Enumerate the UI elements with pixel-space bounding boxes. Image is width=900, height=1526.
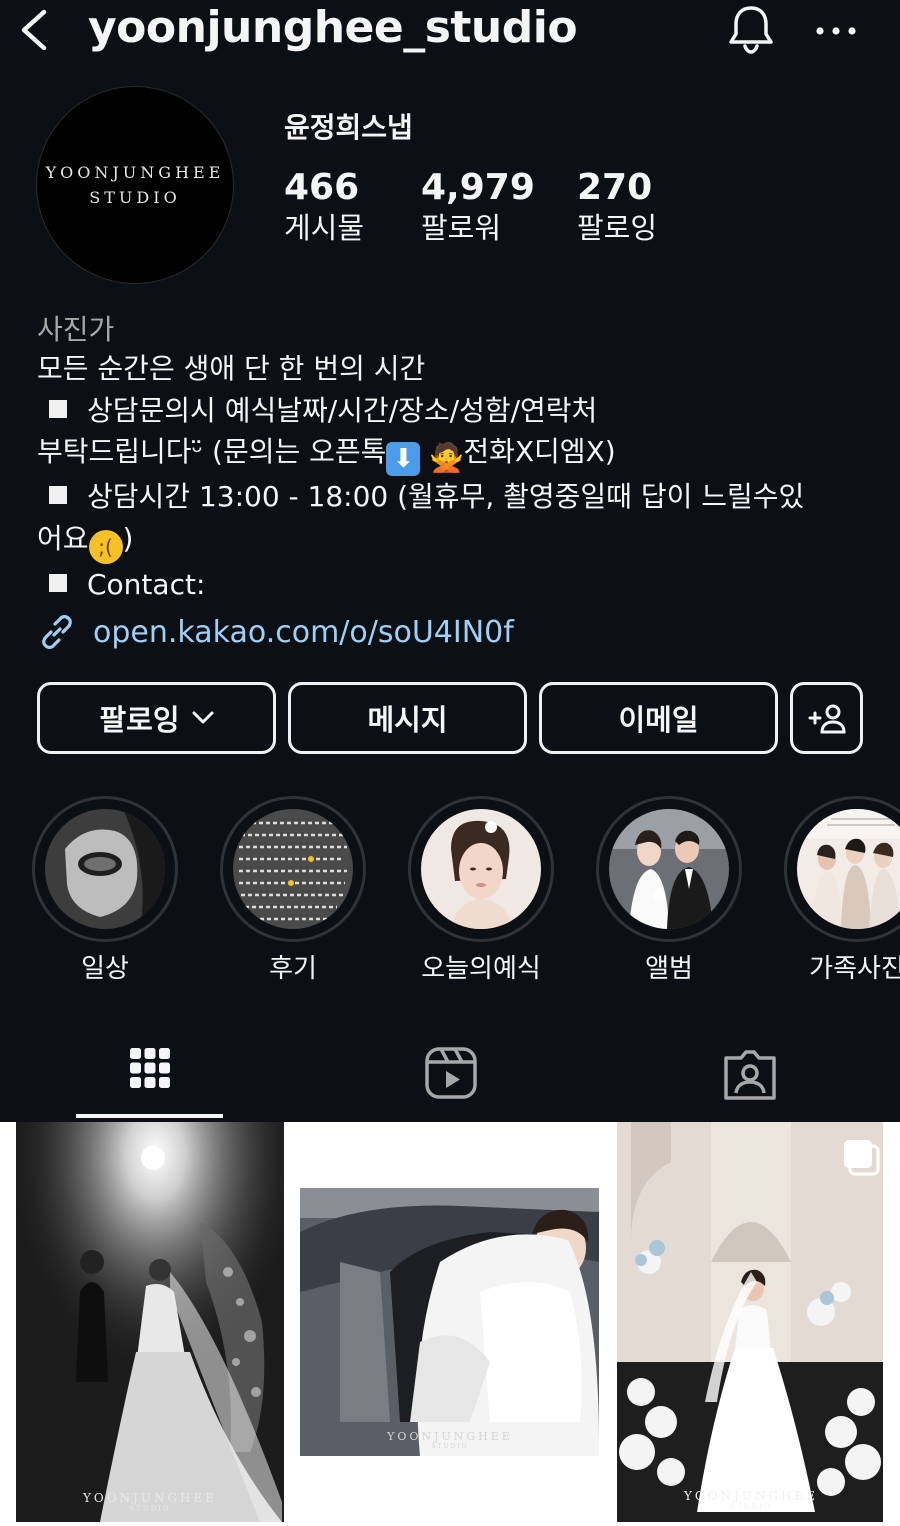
post-watermark-1: YOONJUNGHEE bbox=[386, 1430, 513, 1443]
stat-followers-count: 4,979 bbox=[421, 167, 535, 208]
reels-icon[interactable] bbox=[424, 1046, 478, 1100]
stat-followers[interactable]: 4,979 팔로워 bbox=[421, 168, 535, 248]
bio-line-4-text: 상담시간 13:00 - 18:00 (월휴무, 촬영중일때 답이 느릴수있 bbox=[87, 480, 805, 513]
bio-line-2-text: 상담문의시 예식날짜/시간/장소/성함/연락처 bbox=[87, 393, 598, 427]
square-bullet-icon bbox=[49, 486, 67, 504]
highlight-daily[interactable]: 일상 bbox=[32, 796, 178, 984]
down-arrow-emoji-icon: ⬇ bbox=[386, 442, 421, 476]
following-button-label: 팔로잉 bbox=[99, 703, 180, 737]
link-icon bbox=[42, 615, 72, 649]
stat-posts-count: 466 bbox=[284, 167, 360, 208]
profile-avatar[interactable]: YOONJUNGHEE STUDIO bbox=[36, 86, 234, 284]
bio-category: 사진가 bbox=[37, 313, 115, 346]
stat-following[interactable]: 270 팔로잉 bbox=[577, 168, 657, 248]
stat-posts-label: 게시물 bbox=[284, 211, 365, 245]
post-thumbnail[interactable]: YOONJUNGHEE STUDIO bbox=[0, 1122, 297, 1526]
highlight-label: 앨범 bbox=[645, 954, 693, 984]
highlight-cover-image bbox=[609, 809, 729, 929]
highlight-ring bbox=[784, 796, 900, 942]
email-button[interactable]: 이메일 bbox=[539, 682, 778, 754]
post-watermark-2: STUDIO bbox=[431, 1443, 468, 1450]
avatar-logo-line-2: STUDIO bbox=[89, 188, 181, 207]
bio-line-5-end: ) bbox=[122, 521, 134, 555]
crying-face-emoji-icon: ;( bbox=[88, 529, 123, 564]
top-bar: yoonjunghee_studio bbox=[0, 0, 900, 62]
profile-tabs bbox=[0, 1030, 900, 1120]
following-button[interactable]: 팔로잉 bbox=[37, 682, 276, 754]
post-watermark-2: STUDIO bbox=[730, 1503, 771, 1511]
highlight-reviews[interactable]: 후기 bbox=[220, 796, 366, 984]
highlight-label: 후기 bbox=[269, 954, 317, 984]
post-watermark-1: YOONJUNGHEE bbox=[82, 1491, 217, 1505]
bio-line-1: 모든 순간은 생애 단 한 번의 시간 bbox=[37, 352, 426, 385]
bio-line-6: Contact: bbox=[37, 564, 887, 606]
highlight-album[interactable]: 앨범 bbox=[596, 796, 742, 984]
highlight-ring bbox=[596, 796, 742, 942]
highlight-cover-image bbox=[797, 809, 900, 929]
highlight-label: 일상 bbox=[81, 954, 129, 984]
highlight-ring bbox=[408, 796, 554, 942]
post-watermark-2: STUDIO bbox=[129, 1505, 170, 1513]
suggest-people-button[interactable] bbox=[790, 682, 863, 754]
bio-line-3-text: 부탁드립니다ᵕ̈ (문의는 오픈톡 bbox=[37, 435, 387, 468]
person-gesturing-no-emoji-icon: 🙅 bbox=[429, 441, 465, 474]
bio-link[interactable]: open.kakao.com/o/soU4IN0f bbox=[37, 610, 514, 654]
stat-following-label: 팔로잉 bbox=[577, 211, 658, 245]
more-horizontal-icon[interactable] bbox=[812, 16, 860, 46]
email-button-label: 이메일 bbox=[618, 703, 699, 737]
square-bullet-icon bbox=[49, 399, 67, 418]
display-name: 윤정희스냅 bbox=[284, 111, 413, 144]
post-watermark-1: YOONJUNGHEE bbox=[683, 1489, 818, 1503]
bio-line-5-text: 어요 bbox=[37, 521, 89, 555]
stat-following-count: 270 bbox=[577, 167, 653, 208]
stat-posts[interactable]: 466 게시물 bbox=[284, 168, 364, 248]
chevron-down-icon bbox=[192, 711, 214, 724]
posts-grid: YOONJUNGHEE STUDIO YOONJUNGHEE STUDIO YO… bbox=[0, 1122, 900, 1526]
highlight-ring bbox=[220, 796, 366, 942]
highlight-today-wedding[interactable]: 오늘의예식 bbox=[408, 796, 554, 984]
bell-icon[interactable] bbox=[724, 2, 778, 56]
bio-line-3: 부탁드립니다ᵕ̈ (문의는 오픈톡 ⬇ 🙅전화X디엠X) bbox=[37, 431, 887, 476]
bio-link-text[interactable]: open.kakao.com/o/soU4IN0f bbox=[93, 615, 514, 650]
grid-icon[interactable] bbox=[128, 1046, 172, 1100]
bio-line-5: 어요 ;() bbox=[37, 518, 887, 564]
profile-bio: 사진가 모든 순간은 생애 단 한 번의 시간 상담문의시 예식날짜/시간/장소… bbox=[37, 312, 887, 605]
highlight-cover-image bbox=[233, 809, 353, 929]
stat-followers-label: 팔로워 bbox=[421, 211, 502, 245]
highlight-cover-image bbox=[421, 809, 541, 929]
add-person-icon bbox=[808, 704, 846, 734]
highlight-ring bbox=[32, 796, 178, 942]
chevron-left-icon[interactable] bbox=[14, 6, 54, 50]
highlight-label: 가족사진 bbox=[809, 954, 900, 984]
bio-line-2: 상담문의시 예식날짜/시간/장소/성함/연락처 bbox=[37, 390, 887, 432]
message-button-label: 메시지 bbox=[367, 703, 448, 737]
bio-line-3-text-end: 전화X디엠X) bbox=[463, 435, 616, 468]
active-tab-indicator bbox=[76, 1114, 223, 1118]
highlight-cover-image bbox=[45, 809, 165, 929]
highlight-family-photo[interactable]: 가족사진 bbox=[784, 796, 900, 984]
message-button[interactable]: 메시지 bbox=[288, 682, 527, 754]
tagged-person-icon[interactable] bbox=[722, 1046, 778, 1102]
post-thumbnail[interactable]: YOONJUNGHEE STUDIO bbox=[601, 1122, 900, 1526]
bio-line-4: 상담시간 13:00 - 18:00 (월휴무, 촬영중일때 답이 느릴수있 bbox=[37, 476, 887, 518]
profile-username: yoonjunghee_studio bbox=[88, 2, 578, 53]
highlight-label: 오늘의예식 bbox=[421, 954, 541, 984]
post-thumbnail[interactable]: YOONJUNGHEE STUDIO bbox=[300, 1122, 599, 1526]
square-bullet-icon bbox=[49, 573, 67, 592]
bio-line-6-text: Contact: bbox=[87, 567, 206, 601]
avatar-logo-line-1: YOONJUNGHEE bbox=[45, 163, 225, 182]
